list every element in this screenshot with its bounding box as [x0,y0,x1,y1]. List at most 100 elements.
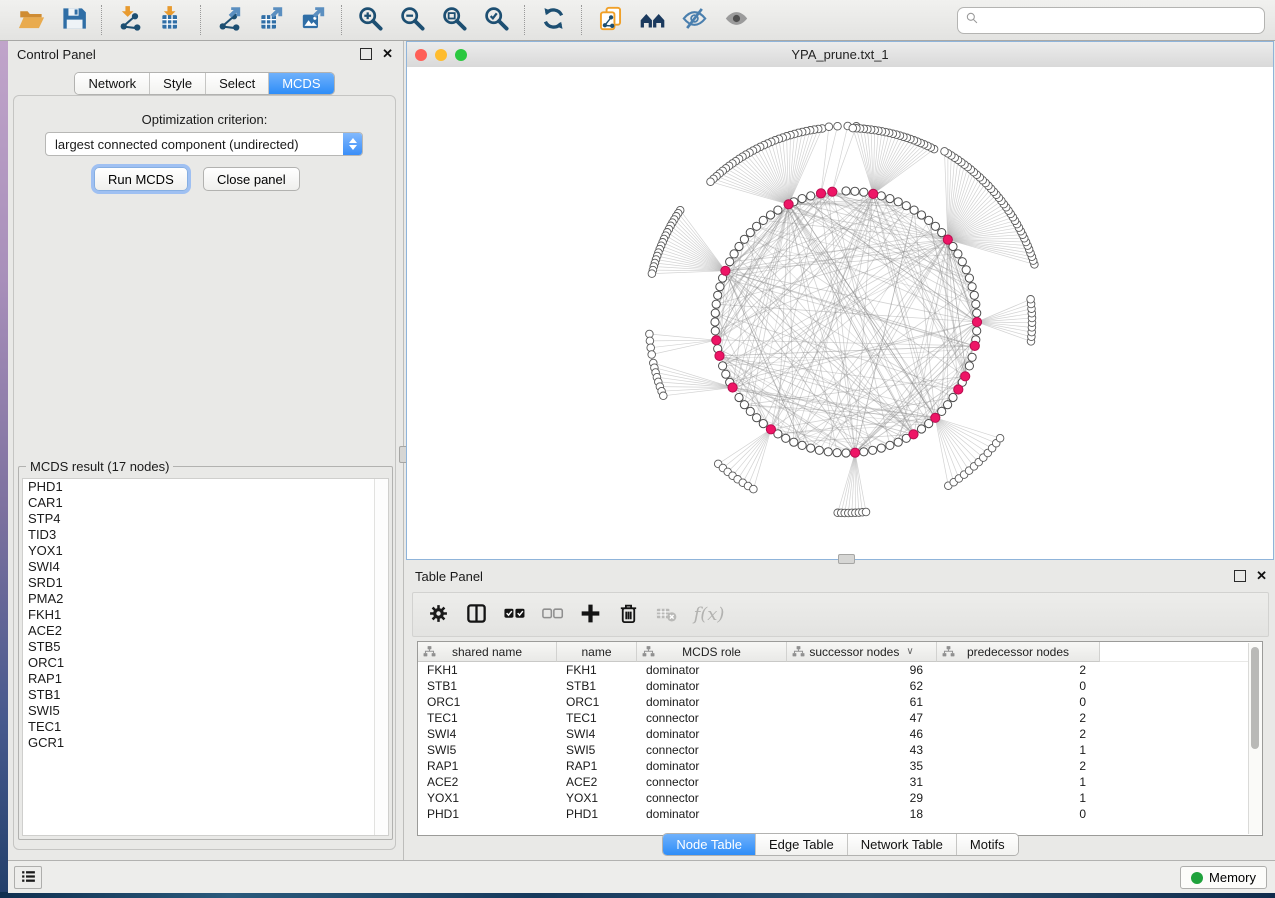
zoom-selected-icon [483,5,510,35]
toggle-columns-button[interactable] [461,599,492,630]
table-row[interactable]: RAP1RAP1dominator352 [418,758,1262,774]
search-input[interactable] [983,12,1257,29]
float-panel-icon[interactable] [360,48,372,60]
network-window-titlebar[interactable]: YPA_prune.txt_1 [407,42,1273,68]
result-node-item[interactable]: SRD1 [23,575,388,591]
table-row[interactable]: PHD1PHD1dominator180 [418,806,1262,822]
deselect-all-columns-button[interactable] [537,599,568,630]
result-node-item[interactable]: STB1 [23,687,388,703]
result-node-item[interactable]: ACE2 [23,623,388,639]
cell-shared-name: STB1 [418,678,557,694]
hide-selected-button[interactable] [673,3,715,37]
result-node-item[interactable]: PHD1 [23,479,388,495]
cell-successor-nodes: 62 [787,678,937,694]
export-network-button[interactable] [208,3,250,37]
column-header-shared-name[interactable]: shared name [418,642,557,662]
column-header-MCDS-role[interactable]: MCDS role [637,642,787,662]
toolbar-separator [524,5,525,35]
table-row[interactable]: TEC1TEC1connector472 [418,710,1262,726]
cell-shared-name: TEC1 [418,710,557,726]
settings-gear-button[interactable] [423,599,454,630]
cell-predecessor-nodes: 0 [937,806,1100,822]
mcds-result-title: MCDS result (17 nodes) [26,459,173,474]
delete-table-icon [655,602,678,628]
table-row[interactable]: YOX1YOX1connector291 [418,790,1262,806]
zoom-out-button[interactable] [391,3,433,37]
table-row[interactable]: SWI5SWI5connector431 [418,742,1262,758]
result-node-item[interactable]: FKH1 [23,607,388,623]
export-table-icon [258,5,285,35]
result-node-item[interactable]: SWI4 [23,559,388,575]
zoom-fit-content-icon [441,5,468,35]
table-row[interactable]: SWI4SWI4dominator462 [418,726,1262,742]
search-box[interactable] [957,7,1265,34]
cell-shared-name: ORC1 [418,694,557,710]
mcds-result-list[interactable]: PHD1CAR1STP4TID3YOX1SWI4SRD1PMA2FKH1ACE2… [22,478,389,836]
result-node-item[interactable]: TEC1 [23,719,388,735]
column-header-predecessor-nodes[interactable]: predecessor nodes [937,642,1100,662]
zoom-selected-button[interactable] [475,3,517,37]
delete-column-button[interactable] [613,599,644,630]
save-session-button[interactable] [52,3,94,37]
result-node-item[interactable]: CAR1 [23,495,388,511]
result-node-item[interactable]: ORC1 [23,655,388,671]
network-canvas[interactable] [407,67,1273,559]
control-panel-header: Control Panel ✕ [8,41,401,67]
add-column-button[interactable] [575,599,606,630]
result-node-item[interactable]: GCR1 [23,735,388,751]
result-node-item[interactable]: RAP1 [23,671,388,687]
criterion-dropdown[interactable]: largest connected component (undirected) [45,132,363,156]
table-scrollbar-thumb[interactable] [1251,647,1259,749]
column-header-successor-nodes[interactable]: successor nodes∨ [787,642,937,662]
table-scrollbar[interactable] [1248,643,1262,834]
tab-network[interactable]: Network [75,73,149,94]
status-menu-button[interactable] [14,866,42,889]
import-network-button[interactable] [109,3,151,37]
tab-mcds[interactable]: MCDS [268,73,333,94]
float-table-panel-icon[interactable] [1234,570,1246,582]
cell-predecessor-nodes: 2 [937,662,1100,678]
clone-network-button[interactable] [589,3,631,37]
tab-network-table[interactable]: Network Table [847,834,956,855]
export-image-button[interactable] [292,3,334,37]
cell-successor-nodes: 18 [787,806,937,822]
close-panel-button[interactable]: Close panel [203,167,300,191]
table-row[interactable]: ACE2ACE2connector311 [418,774,1262,790]
import-table-button[interactable] [151,3,193,37]
first-neighbors-button[interactable] [631,3,673,37]
cell-predecessor-nodes: 2 [937,726,1100,742]
close-panel-icon[interactable]: ✕ [382,49,393,59]
tab-node-table[interactable]: Node Table [663,834,755,855]
tab-style[interactable]: Style [149,73,205,94]
result-list-scrollbar[interactable] [374,479,388,835]
export-table-button[interactable] [250,3,292,37]
result-node-item[interactable]: PMA2 [23,591,388,607]
cell-MCDS-role: connector [637,790,787,806]
close-table-panel-icon[interactable]: ✕ [1256,571,1267,581]
table-row[interactable]: STB1STB1dominator620 [418,678,1262,694]
function-builder-icon: f(x) [694,604,725,625]
cell-shared-name: SWI4 [418,726,557,742]
memory-button[interactable]: Memory [1180,866,1267,889]
tab-edge-table[interactable]: Edge Table [755,834,847,855]
result-node-item[interactable]: YOX1 [23,543,388,559]
tab-motifs[interactable]: Motifs [956,834,1018,855]
select-all-columns-button[interactable] [499,599,530,630]
result-node-item[interactable]: SWI5 [23,703,388,719]
show-all-button[interactable] [715,3,757,37]
zoom-fit-content-button[interactable] [433,3,475,37]
table-row[interactable]: ORC1ORC1dominator610 [418,694,1262,710]
result-node-item[interactable]: STP4 [23,511,388,527]
run-mcds-button[interactable]: Run MCDS [94,167,188,191]
refresh-view-button[interactable] [532,3,574,37]
result-node-item[interactable]: TID3 [23,527,388,543]
table-row[interactable]: FKH1FKH1dominator962 [418,662,1262,678]
cell-predecessor-nodes: 2 [937,758,1100,774]
tab-select[interactable]: Select [205,73,268,94]
open-file-button[interactable] [10,3,52,37]
search-icon [965,11,979,30]
column-header-name[interactable]: name [557,642,637,662]
result-node-item[interactable]: STB5 [23,639,388,655]
zoom-in-button[interactable] [349,3,391,37]
cell-predecessor-nodes: 2 [937,710,1100,726]
